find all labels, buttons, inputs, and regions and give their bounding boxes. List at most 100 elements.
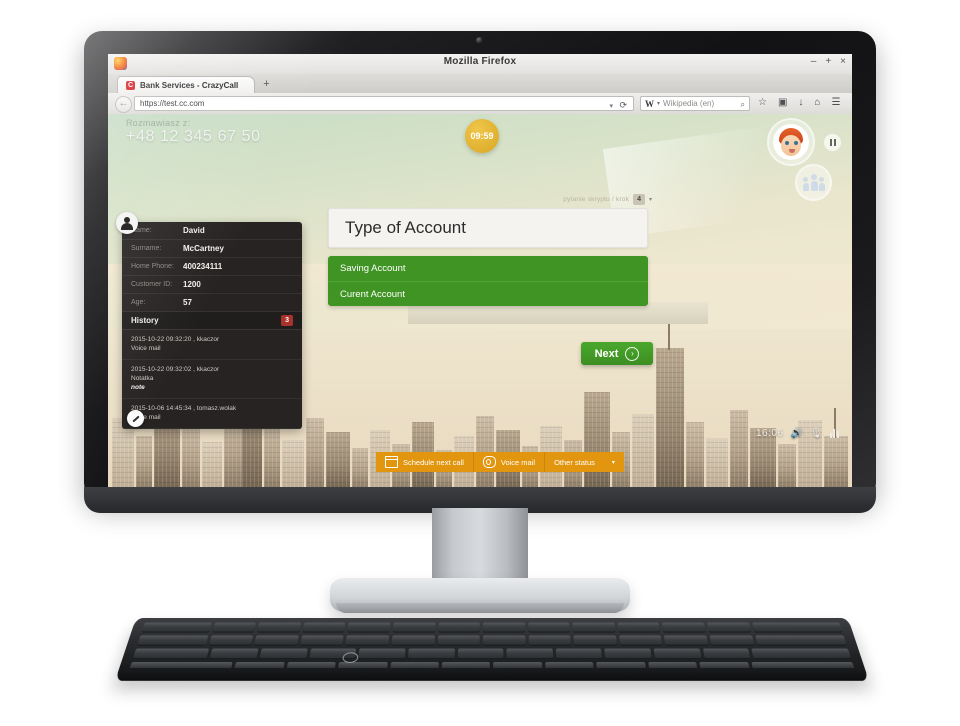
contact-row: Customer ID: 1200: [122, 276, 302, 294]
voicemail-icon: [482, 456, 496, 468]
avatar-eye-right: [794, 141, 798, 145]
crazycall-favicon: C: [126, 80, 135, 90]
monitor-stand-neck: [432, 508, 528, 584]
search-bar[interactable]: W ▾ Wikipedia (en) ⌕: [640, 96, 750, 111]
new-tab-button[interactable]: +: [260, 78, 273, 91]
clock-time: 16:06: [756, 428, 784, 439]
script-step-badge: 4: [633, 194, 645, 205]
home-icon[interactable]: ⌂: [814, 97, 820, 109]
pause-call-button[interactable]: [824, 134, 841, 151]
script-step-meta: pytanie skryptu / krok 4 ▾: [438, 194, 652, 205]
voice-mail-button[interactable]: Voice mail: [473, 452, 546, 472]
pause-icon: [833, 139, 836, 146]
edit-contact-button[interactable]: [127, 410, 144, 427]
contact-row: Home Phone: 400234111: [122, 258, 302, 276]
group-icon: [818, 177, 825, 191]
minimize-button[interactable]: –: [811, 57, 817, 67]
call-timer: 09:59: [465, 119, 499, 153]
next-button[interactable]: Next ›: [581, 342, 653, 365]
keyboard-front-edge: [115, 667, 869, 681]
url-text: https://test.cc.com: [140, 99, 205, 108]
browser-navbar: ← https://test.cc.com ▾ ⟳ W ▾ Wikipedia …: [108, 93, 852, 115]
history-timestamp: 2015-10-22 09:32:20 , kkaczor: [131, 336, 220, 343]
bookmark-star-icon[interactable]: ☆: [758, 97, 767, 109]
person-body: [121, 223, 133, 230]
field-label: Name:: [131, 227, 152, 234]
field-label: Age:: [131, 299, 146, 306]
chevron-down-icon[interactable]: ▾: [657, 100, 660, 107]
reader-icon[interactable]: ▣: [778, 97, 787, 109]
maximize-button[interactable]: +: [825, 57, 831, 67]
contact-details-card: Name: David Surname: McCartney Home Phon…: [122, 222, 302, 429]
menu-hamburger-icon[interactable]: ☰: [831, 97, 840, 109]
monitor-screen: Mozilla Firefox – + × C Bank Services - …: [108, 54, 852, 488]
avatar-eye-left: [785, 141, 789, 145]
caller-phone-number: +48 12 345 67 50: [126, 128, 261, 145]
browser-tab-bank-services[interactable]: C Bank Services - CrazyCall: [117, 76, 256, 93]
speaker-icon[interactable]: 🔊: [791, 428, 803, 439]
chevron-down-icon[interactable]: ▾: [649, 196, 652, 203]
status-action-bar: Schedule next call Voice mail Other stat…: [376, 452, 624, 472]
calendar-icon: [385, 456, 398, 468]
chevron-down-icon[interactable]: ▾: [609, 102, 613, 110]
group-icon: [802, 177, 809, 191]
answer-option-current[interactable]: Curent Account: [328, 281, 648, 306]
monitor-stand-base-lip: [336, 603, 624, 613]
history-item[interactable]: 2015-10-22 09:32:02 , kkaczor Notatka no…: [122, 360, 302, 399]
field-label: Home Phone:: [131, 263, 174, 270]
pause-icon: [829, 139, 832, 146]
downloads-icon[interactable]: ↓: [798, 97, 803, 109]
field-value: McCartney: [183, 244, 224, 253]
back-arrow-icon[interactable]: ←: [115, 96, 132, 113]
window-title: Mozilla Firefox: [443, 56, 517, 67]
search-icon: ⌕: [740, 100, 745, 109]
browser-tabstrip: C Bank Services - CrazyCall +: [108, 74, 852, 94]
answer-option-saving[interactable]: Saving Account: [328, 256, 648, 281]
field-label: Customer ID:: [131, 281, 173, 288]
levels-icon[interactable]: [829, 429, 839, 438]
field-value: 400234111: [183, 262, 223, 271]
history-type: Voice mail: [131, 414, 161, 421]
contact-row: Name: David: [122, 222, 302, 240]
question-panel: Type of Account: [328, 208, 648, 248]
schedule-next-call-button[interactable]: Schedule next call: [376, 452, 474, 472]
media-controls: 16:06 🔊 🎙: [756, 428, 839, 439]
close-button[interactable]: ×: [840, 57, 846, 67]
history-item[interactable]: 2015-10-06 14:45:34 , tomasz.wolak Voice…: [122, 399, 302, 429]
web-app-viewport: Rozmawiasz z: +48 12 345 67 50 09:59 Nam…: [108, 114, 852, 488]
button-label: Other status: [554, 457, 595, 467]
field-value: David: [183, 226, 205, 235]
chevron-down-icon[interactable]: ▾: [612, 459, 615, 466]
search-input[interactable]: Wikipedia (en): [663, 99, 714, 108]
conference-button[interactable]: [795, 164, 832, 201]
field-label: Surname:: [131, 245, 162, 252]
history-header[interactable]: History 3: [122, 312, 302, 330]
question-text: Type of Account: [345, 218, 466, 237]
history-type: Notatka: [131, 375, 154, 382]
history-item[interactable]: 2015-10-22 09:32:20 , kkaczor Voice mail: [122, 330, 302, 360]
talking-to-label: Rozmawiasz z:: [126, 118, 191, 128]
keyboard: [115, 618, 869, 681]
history-note: note: [131, 384, 145, 391]
agent-avatar[interactable]: [767, 118, 815, 166]
toolbar-icons: ☆ ▣ ↓ ⌂ ☰: [758, 97, 840, 109]
button-label: Schedule next call: [403, 457, 464, 467]
contact-row: Surname: McCartney: [122, 240, 302, 258]
history-type: Voice mail: [131, 345, 161, 352]
tab-title: Bank Services - CrazyCall: [140, 80, 239, 90]
address-bar[interactable]: https://test.cc.com ▾ ⟳: [134, 96, 634, 111]
answer-options-list: Saving Account Curent Account: [328, 256, 648, 306]
next-label: Next: [594, 347, 619, 360]
desktop-scene: Mozilla Firefox – + × C Bank Services - …: [0, 0, 960, 726]
history-title: History: [131, 316, 159, 325]
microphone-icon[interactable]: 🎙: [810, 428, 823, 439]
keyboard-keys: [123, 622, 861, 681]
contact-avatar-icon: [116, 212, 138, 234]
reload-icon[interactable]: ⟳: [619, 100, 627, 111]
answer-label: Saving Account: [340, 263, 406, 274]
next-arrow-icon: ›: [625, 346, 640, 361]
wikipedia-icon: W: [645, 98, 654, 109]
window-controls: – + ×: [811, 57, 846, 67]
contact-row: Age: 57: [122, 294, 302, 312]
other-status-dropdown[interactable]: Other status ▾: [545, 452, 624, 472]
